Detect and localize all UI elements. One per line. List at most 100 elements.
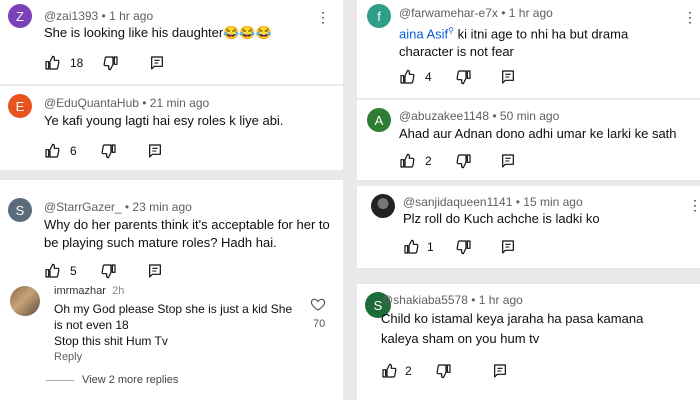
more-actions-icon[interactable]: ⋮: [316, 10, 330, 24]
avatar[interactable]: S: [8, 198, 32, 222]
comment-text: Child ko istamal keya jaraha ha pasa kam…: [381, 311, 644, 346]
like-button[interactable]: [44, 263, 60, 279]
reply-avatar[interactable]: [10, 286, 40, 316]
more-actions-icon[interactable]: ⋮: [688, 198, 700, 212]
like-count: 2: [425, 154, 432, 168]
comment-header: @shakiaba5578 • 1 hr ago: [381, 293, 523, 307]
comment-time[interactable]: 23 min ago: [132, 200, 191, 214]
dislike-button[interactable]: [103, 55, 119, 71]
comment-handle[interactable]: @abuzakee1148: [399, 109, 489, 123]
reply-button[interactable]: [149, 55, 165, 71]
reply-button[interactable]: [147, 143, 163, 159]
comment-text: She is looking like his daughter😂😂😂: [44, 25, 272, 40]
avatar[interactable]: f: [367, 4, 391, 28]
avatar[interactable]: [371, 194, 395, 218]
view-more-replies-link[interactable]: View 2 more replies: [82, 374, 178, 386]
comment-header: @farwamehar-e7x • 1 hr ago: [399, 6, 553, 20]
like-count: 5: [70, 264, 77, 278]
dislike-button[interactable]: [101, 143, 117, 159]
comment-card: @sanjidaqueen1141 • 15 min ago ⋮ Plz rol…: [357, 186, 700, 268]
reply-header: imrmazhar 2h: [54, 285, 124, 297]
thumbs-up-icon: [382, 363, 397, 378]
comment-handle[interactable]: @EduQuantaHub: [44, 96, 139, 110]
avatar[interactable]: E: [8, 94, 32, 118]
thumbs-down-icon: [103, 56, 118, 71]
like-button[interactable]: [44, 143, 60, 159]
reply-handle[interactable]: imrmazhar: [54, 285, 106, 297]
reply-time: 2h: [112, 285, 125, 297]
like-button[interactable]: [399, 153, 415, 169]
thumbs-up-icon: [45, 55, 60, 70]
reply-button[interactable]: [500, 239, 516, 255]
comment-text: aina Asif⚲ ki itni age to nhi ha but dra…: [399, 26, 629, 60]
right-comments-column: f @farwamehar-e7x • 1 hr ago ⋮ aina Asif…: [357, 0, 700, 400]
reply-text: Oh my God please Stop she is just a kid …: [54, 302, 293, 348]
thumbs-down-icon: [456, 70, 471, 85]
more-actions-icon[interactable]: ⋮: [683, 10, 697, 24]
comment-actions: 2: [399, 152, 516, 170]
thumbs-down-icon: [101, 264, 116, 279]
like-count: 1: [427, 240, 434, 254]
like-button[interactable]: [399, 69, 415, 85]
comment-reply-icon: [501, 154, 514, 168]
comment-header: @abuzakee1148 • 50 min ago: [399, 109, 560, 123]
comment-time[interactable]: 15 min ago: [523, 195, 582, 209]
comment-header: @sanjidaqueen1141 • 15 min ago: [403, 195, 583, 209]
reply-button[interactable]: [500, 153, 516, 169]
reply-like-button[interactable]: [310, 296, 326, 317]
like-button[interactable]: [381, 363, 397, 379]
comment-text: Ye kafi young lagti hai esy roles k liye…: [44, 113, 284, 128]
comment-reply-icon: [501, 70, 514, 84]
comment-handle[interactable]: @StarrGazer_: [44, 200, 122, 214]
reply-button[interactable]: [500, 69, 516, 85]
comment-header: @EduQuantaHub • 21 min ago: [44, 96, 210, 110]
reply-link[interactable]: Reply: [54, 351, 82, 363]
reply-like-count: 70: [313, 318, 326, 330]
comment-handle[interactable]: @zai1393: [44, 9, 98, 23]
comment-reply-icon: [148, 264, 161, 278]
dislike-button[interactable]: [456, 153, 472, 169]
comment-handle[interactable]: @shakiaba5578: [381, 293, 468, 307]
thumbs-down-icon: [101, 144, 116, 159]
comment-time[interactable]: 1 hr ago: [479, 293, 523, 307]
comment-handle[interactable]: @sanjidaqueen1141: [403, 195, 512, 209]
comment-card: Z @zai1393 • 1 hr ago ⋮ She is looking l…: [0, 0, 343, 84]
thumbs-up-icon: [400, 69, 415, 84]
thumbs-up-icon: [400, 153, 415, 168]
dislike-button[interactable]: [436, 363, 452, 379]
like-count: 2: [405, 364, 412, 378]
comment-time[interactable]: 1 hr ago: [109, 9, 153, 23]
like-button[interactable]: [403, 239, 419, 255]
reply-button[interactable]: [492, 363, 508, 379]
comment-actions: 1: [403, 238, 516, 256]
thumbs-up-icon: [404, 239, 419, 254]
comment-card: A @abuzakee1148 • 50 min ago Ahad aur Ad…: [357, 100, 700, 180]
comment-time[interactable]: 50 min ago: [500, 109, 559, 123]
like-button[interactable]: [44, 55, 60, 71]
comment-actions: 6: [44, 142, 163, 160]
comment-reply-icon: [493, 364, 506, 378]
comment-text: Why do her parents think it's acceptable…: [44, 217, 330, 250]
comment-actions: 2: [381, 362, 508, 380]
reply-button[interactable]: [147, 263, 163, 279]
comment-time[interactable]: 1 hr ago: [509, 6, 553, 20]
dislike-button[interactable]: [456, 69, 472, 85]
comment-reply-icon: [151, 56, 164, 70]
thumbs-down-icon: [456, 240, 471, 255]
like-count: 6: [70, 144, 77, 158]
comment-header: @zai1393 • 1 hr ago: [44, 9, 154, 23]
comment-actions: 5: [44, 262, 163, 280]
thumbs-down-icon: [436, 364, 451, 379]
comment-time[interactable]: 21 min ago: [150, 96, 209, 110]
comment-card: S @StarrGazer_ • 23 min ago Why do her p…: [0, 180, 343, 400]
avatar[interactable]: A: [367, 108, 391, 132]
avatar[interactable]: Z: [8, 4, 32, 28]
thumbs-up-icon: [45, 263, 60, 278]
mention-link[interactable]: aina Asif: [399, 26, 448, 41]
dislike-button[interactable]: [101, 263, 117, 279]
comment-text: Plz roll do Kuch achche is ladki ko: [403, 211, 600, 226]
comment-handle[interactable]: @farwamehar-e7x: [399, 6, 498, 20]
comment-reply-icon: [148, 144, 161, 158]
dislike-button[interactable]: [456, 239, 472, 255]
comment-reply-icon: [501, 240, 514, 254]
